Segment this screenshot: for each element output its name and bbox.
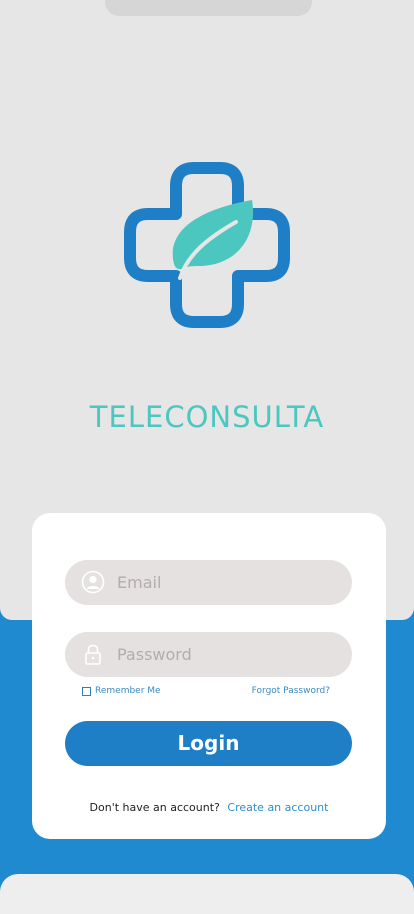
- user-icon: [81, 570, 105, 594]
- email-input[interactable]: [117, 560, 337, 605]
- login-button[interactable]: Login: [65, 721, 352, 766]
- no-account-text: Don't have an account?: [89, 801, 220, 814]
- password-field[interactable]: [65, 632, 352, 677]
- password-input[interactable]: [117, 632, 337, 677]
- bottom-bar: [0, 874, 414, 914]
- create-account-link[interactable]: Create an account: [227, 801, 328, 814]
- notch: [105, 0, 312, 16]
- medical-cross-leaf-icon: [124, 162, 290, 328]
- remember-me-label: Remember Me: [95, 686, 161, 696]
- remember-me[interactable]: Remember Me: [82, 686, 161, 696]
- signup-row: Don't have an account? Create an account: [32, 801, 386, 814]
- remember-me-checkbox[interactable]: [82, 686, 91, 696]
- email-field[interactable]: [65, 560, 352, 605]
- forgot-password-link[interactable]: Forgot Password?: [252, 686, 330, 696]
- app-title: TELECONSULTA: [89, 400, 325, 434]
- lock-icon: [85, 644, 101, 665]
- login-card: Remember Me Forgot Password? Login Don't…: [32, 513, 386, 839]
